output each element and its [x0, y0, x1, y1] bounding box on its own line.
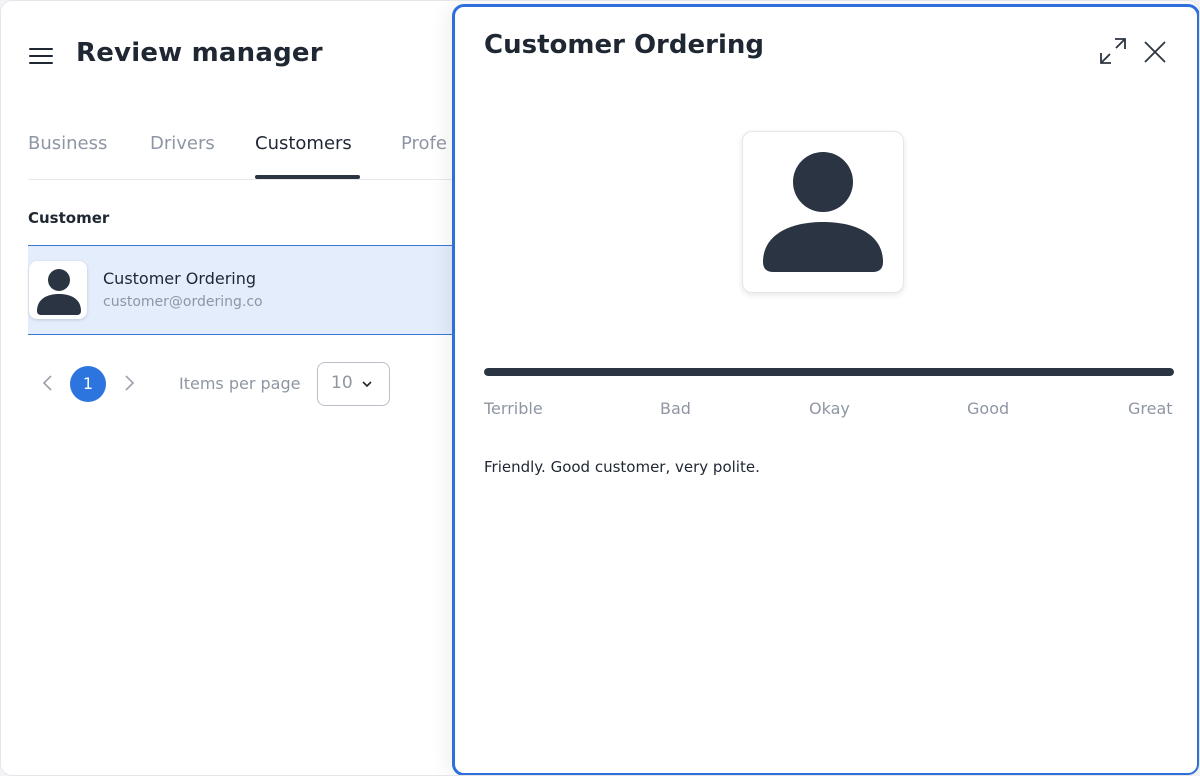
chevron-down-icon — [362, 381, 372, 388]
user-icon — [763, 152, 883, 272]
rating-bar-fill — [484, 368, 1174, 376]
tab-drivers[interactable]: Drivers — [150, 133, 215, 154]
chevron-right-icon[interactable] — [119, 373, 139, 393]
customer-avatar — [742, 131, 904, 293]
items-per-page-label: Items per page — [179, 374, 301, 393]
tab-bar: Business Drivers Customers Profe — [28, 133, 458, 180]
rating-label-okay: Okay — [809, 399, 850, 418]
rating-label-terrible: Terrible — [484, 399, 543, 418]
column-header-customer: Customer — [28, 209, 110, 227]
page-button-current[interactable]: 1 — [70, 366, 106, 402]
items-per-page-value: 10 — [331, 373, 353, 393]
chevron-left-icon[interactable] — [38, 373, 58, 393]
page-title: Review manager — [76, 38, 323, 68]
rating-label-bad: Bad — [660, 399, 691, 418]
hamburger-icon[interactable] — [29, 46, 53, 66]
app-window: Review manager Business Drivers Customer… — [0, 0, 1200, 776]
rating-label-good: Good — [967, 399, 1010, 418]
rating-label-great: Great — [1128, 399, 1173, 418]
tab-professionals[interactable]: Profe — [401, 133, 447, 154]
expand-icon[interactable] — [1098, 36, 1128, 66]
close-icon[interactable] — [1143, 40, 1167, 64]
tab-business[interactable]: Business — [28, 133, 107, 154]
tab-customers[interactable]: Customers — [255, 133, 352, 154]
customer-email: customer@ordering.co — [103, 294, 263, 310]
items-per-page-select[interactable]: 10 — [317, 362, 390, 406]
review-detail-panel: Customer Ordering Terrible Bad Okay Good… — [452, 4, 1199, 775]
rating-bar — [484, 368, 1174, 376]
user-icon — [37, 269, 81, 315]
panel-title: Customer Ordering — [484, 30, 764, 60]
table-row[interactable]: Customer Ordering customer@ordering.co — [28, 245, 458, 335]
customer-name: Customer Ordering — [103, 269, 257, 288]
active-tab-indicator — [255, 175, 360, 179]
review-comment: Friendly. Good customer, very polite. — [484, 458, 760, 476]
avatar — [29, 261, 87, 319]
